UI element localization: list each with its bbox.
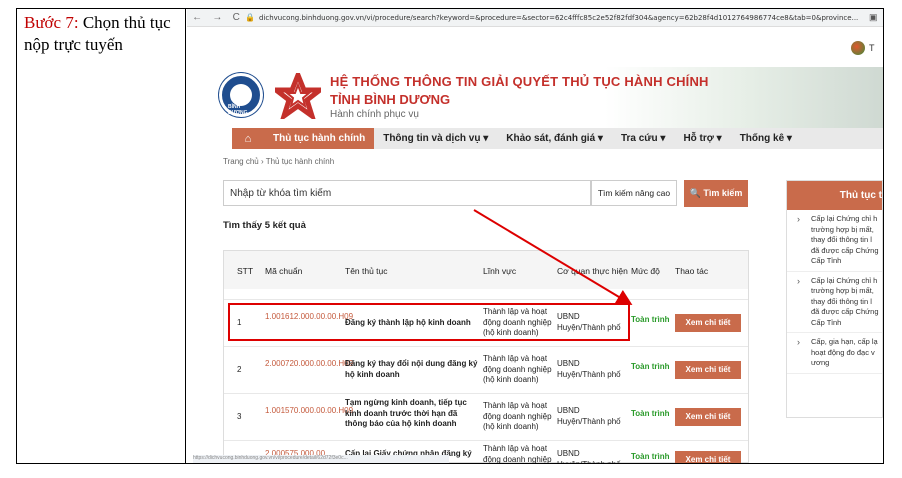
province-title: TỈNH BÌNH DƯƠNG bbox=[330, 92, 451, 107]
lock-icon: 🔒 bbox=[245, 13, 255, 22]
row-co-quan: UBND Huyện/Thành phố bbox=[557, 406, 621, 426]
results-table: STT Mã chuẩn Tên thủ tục Lĩnh vực Cơ qua… bbox=[223, 250, 749, 463]
row-muc-do: Toàn trình bbox=[631, 409, 670, 418]
advanced-search-button[interactable]: Tìm kiếm nâng cao bbox=[591, 180, 677, 206]
nav-buttons: ← → C bbox=[187, 12, 245, 23]
system-title: HỆ THỐNG THÔNG TIN GIẢI QUYẾT THỦ TỤC HÀ… bbox=[330, 74, 709, 89]
sidebar-title: Thủ tục t bbox=[787, 181, 882, 210]
highlight-box bbox=[228, 303, 630, 341]
table-row: 2 2.000720.000.00.00.H09 Đăng ký thay đổ… bbox=[224, 346, 748, 392]
row-co-quan: UBND Huyện/Thành phố bbox=[557, 449, 621, 463]
header-thao-tac: Thao tác bbox=[675, 266, 709, 276]
row-stt: 2 bbox=[237, 365, 242, 374]
menu-khao-sat[interactable]: Khảo sát, đánh giá ▾ bbox=[497, 128, 612, 149]
menu-tra-cuu[interactable]: Tra cứu ▾ bbox=[612, 128, 675, 149]
step-instruction: Bước 7: Chọn thủ tục nộp trực tuyến bbox=[16, 8, 186, 464]
table-header: STT Mã chuẩn Tên thủ tục Lĩnh vực Cơ qua… bbox=[224, 251, 748, 289]
flag-icon[interactable] bbox=[851, 41, 865, 55]
sidebar-item-text: Cấp, gia hạn, cấp lạ hoạt động đo đạc v … bbox=[811, 337, 878, 367]
row-ten[interactable]: Tạm ngừng kinh doanh, tiếp tục kinh doan… bbox=[345, 398, 479, 430]
chevron-right-icon: › bbox=[797, 214, 800, 224]
menu-thong-ke[interactable]: Thống kê ▾ bbox=[731, 128, 801, 149]
forward-icon[interactable]: → bbox=[212, 12, 222, 23]
result-count: Tìm thấy 5 kết quả bbox=[223, 220, 306, 231]
header-stt: STT bbox=[237, 266, 254, 276]
star-emblem-icon bbox=[275, 73, 321, 119]
row-ma[interactable]: 1.001570.000.00.00.H09 bbox=[265, 406, 353, 417]
sidebar-item[interactable]: › Cấp, gia hạn, cấp lạ hoạt động đo đạc … bbox=[787, 333, 882, 374]
user-initial[interactable]: T bbox=[869, 43, 875, 53]
status-bar: https://dichvucong.binhduong.gov.vn/vi/p… bbox=[193, 455, 449, 463]
row-stt: 3 bbox=[237, 412, 242, 421]
reload-icon[interactable]: C bbox=[233, 12, 240, 23]
browser-screenshot: ← → C 🔒 dichvucong.binhduong.gov.vn/vi/p… bbox=[187, 9, 883, 463]
row-linh-vuc: Thành lập và hoạt động doanh nghiệp (hộ … bbox=[483, 354, 552, 384]
sidebar-item-text: Cấp lại Chứng chỉ h trường hợp bị mất, t… bbox=[811, 214, 879, 265]
main-menu: ⌂ Thủ tục hành chính Thông tin và dịch v… bbox=[232, 128, 883, 149]
row-co-quan: UBND Huyện/Thành phố bbox=[557, 359, 621, 379]
row-linh-vuc: Thành lập và hoạt động doanh nghiệp (hộ … bbox=[483, 401, 552, 431]
view-detail-button[interactable]: Xem chi tiết bbox=[675, 314, 741, 332]
search-button[interactable]: 🔍 Tìm kiếm bbox=[684, 180, 748, 207]
home-icon[interactable]: ⌂ bbox=[232, 128, 264, 149]
menu-thu-tuc[interactable]: Thủ tục hành chính bbox=[264, 128, 375, 149]
province-logo-icon[interactable]: BÌNH DƯƠNG bbox=[219, 73, 263, 117]
sidebar-panel: Thủ tục t › Cấp lại Chứng chỉ h trường h… bbox=[786, 180, 883, 418]
table-row: 3 1.001570.000.00.00.H09 Tạm ngừng kinh … bbox=[224, 393, 748, 439]
header-co-quan: Cơ quan thực hiện bbox=[557, 266, 628, 276]
step-label: Bước 7: bbox=[24, 13, 79, 32]
row-muc-do: Toàn trình bbox=[631, 452, 670, 461]
view-detail-button[interactable]: Xem chi tiết bbox=[675, 408, 741, 426]
extension-icon[interactable]: ▣ bbox=[869, 12, 878, 23]
chevron-right-icon: › bbox=[797, 337, 800, 347]
header-ten: Tên thủ tục bbox=[345, 266, 388, 276]
row-linh-vuc: Thành lập và hoạt động doanh nghiệp bbox=[483, 444, 552, 463]
sidebar-item[interactable]: › Cấp lại Chứng chỉ h trường hợp bị mất,… bbox=[787, 272, 882, 333]
header-muc-do: Mức độ bbox=[631, 266, 660, 276]
menu-ho-tro[interactable]: Hỗ trợ ▾ bbox=[674, 128, 730, 149]
row-muc-do: Toàn trình bbox=[631, 315, 670, 324]
header-ma: Mã chuẩn bbox=[265, 266, 303, 276]
row-muc-do: Toàn trình bbox=[631, 362, 670, 371]
view-detail-button[interactable]: Xem chi tiết bbox=[675, 451, 741, 463]
sidebar-item[interactable]: › Cấp lại Chứng chỉ h trường hợp bị mất,… bbox=[787, 210, 882, 272]
row-ma[interactable]: 2.000720.000.00.00.H09 bbox=[265, 359, 353, 370]
url-text[interactable]: dichvucong.binhduong.gov.vn/vi/procedure… bbox=[259, 14, 869, 22]
header-linh-vuc: Lĩnh vực bbox=[483, 266, 517, 276]
address-bar[interactable]: ← → C 🔒 dichvucong.binhduong.gov.vn/vi/p… bbox=[187, 9, 883, 27]
breadcrumb[interactable]: Trang chủ › Thủ tục hành chính bbox=[223, 157, 334, 166]
row-ten[interactable]: Đăng ký thay đổi nội dung đăng ký hộ kin… bbox=[345, 359, 479, 380]
search-input[interactable]: Nhập từ khóa tìm kiếm bbox=[223, 180, 591, 206]
sidebar-item-text: Cấp lại Chứng chỉ h trường hợp bị mất, t… bbox=[811, 275, 879, 327]
chevron-right-icon: › bbox=[797, 275, 800, 286]
view-detail-button[interactable]: Xem chi tiết bbox=[675, 361, 741, 379]
logo-label: BÌNH DƯƠNG bbox=[228, 104, 248, 116]
back-icon[interactable]: ← bbox=[192, 12, 202, 23]
slogan: Hành chính phục vụ bbox=[330, 109, 419, 120]
menu-thong-tin[interactable]: Thông tin và dịch vụ ▾ bbox=[374, 128, 497, 149]
